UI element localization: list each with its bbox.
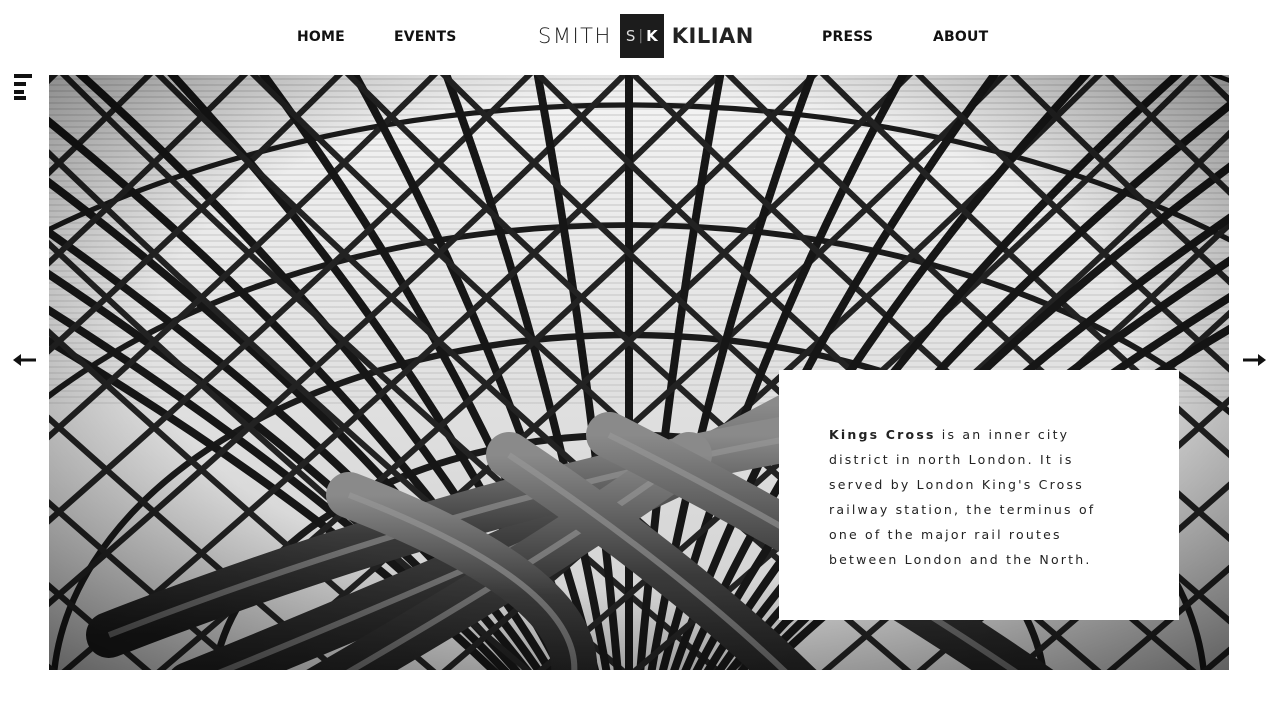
slide-caption-card: Kings Cross is an inner city district in…	[779, 370, 1179, 620]
slide-caption-title: Kings Cross	[829, 427, 936, 442]
arrow-right-icon[interactable]	[1241, 350, 1267, 370]
hamburger-menu-icon[interactable]	[14, 74, 34, 100]
logo-mark-k: K	[646, 27, 658, 45]
logo-mark-divider: |	[638, 28, 644, 44]
slide-caption-body: is an inner city district in north Londo…	[829, 427, 1096, 567]
nav-home-link[interactable]: HOME	[297, 29, 345, 45]
slide-caption-text: Kings Cross is an inner city district in…	[829, 422, 1129, 572]
logo-text-left: SMITH	[538, 24, 612, 48]
logo-text-right: KILIAN	[671, 24, 754, 48]
nav-about-link[interactable]: ABOUT	[933, 29, 988, 45]
site-logo[interactable]: SMITH S | K KILIAN	[538, 14, 754, 58]
nav-events-link[interactable]: EVENTS	[394, 29, 457, 45]
logo-mark-s: S	[625, 27, 636, 45]
nav-press-link[interactable]: PRESS	[822, 29, 873, 45]
arrow-left-icon[interactable]	[12, 350, 38, 370]
logo-mark: S | K	[619, 14, 664, 58]
